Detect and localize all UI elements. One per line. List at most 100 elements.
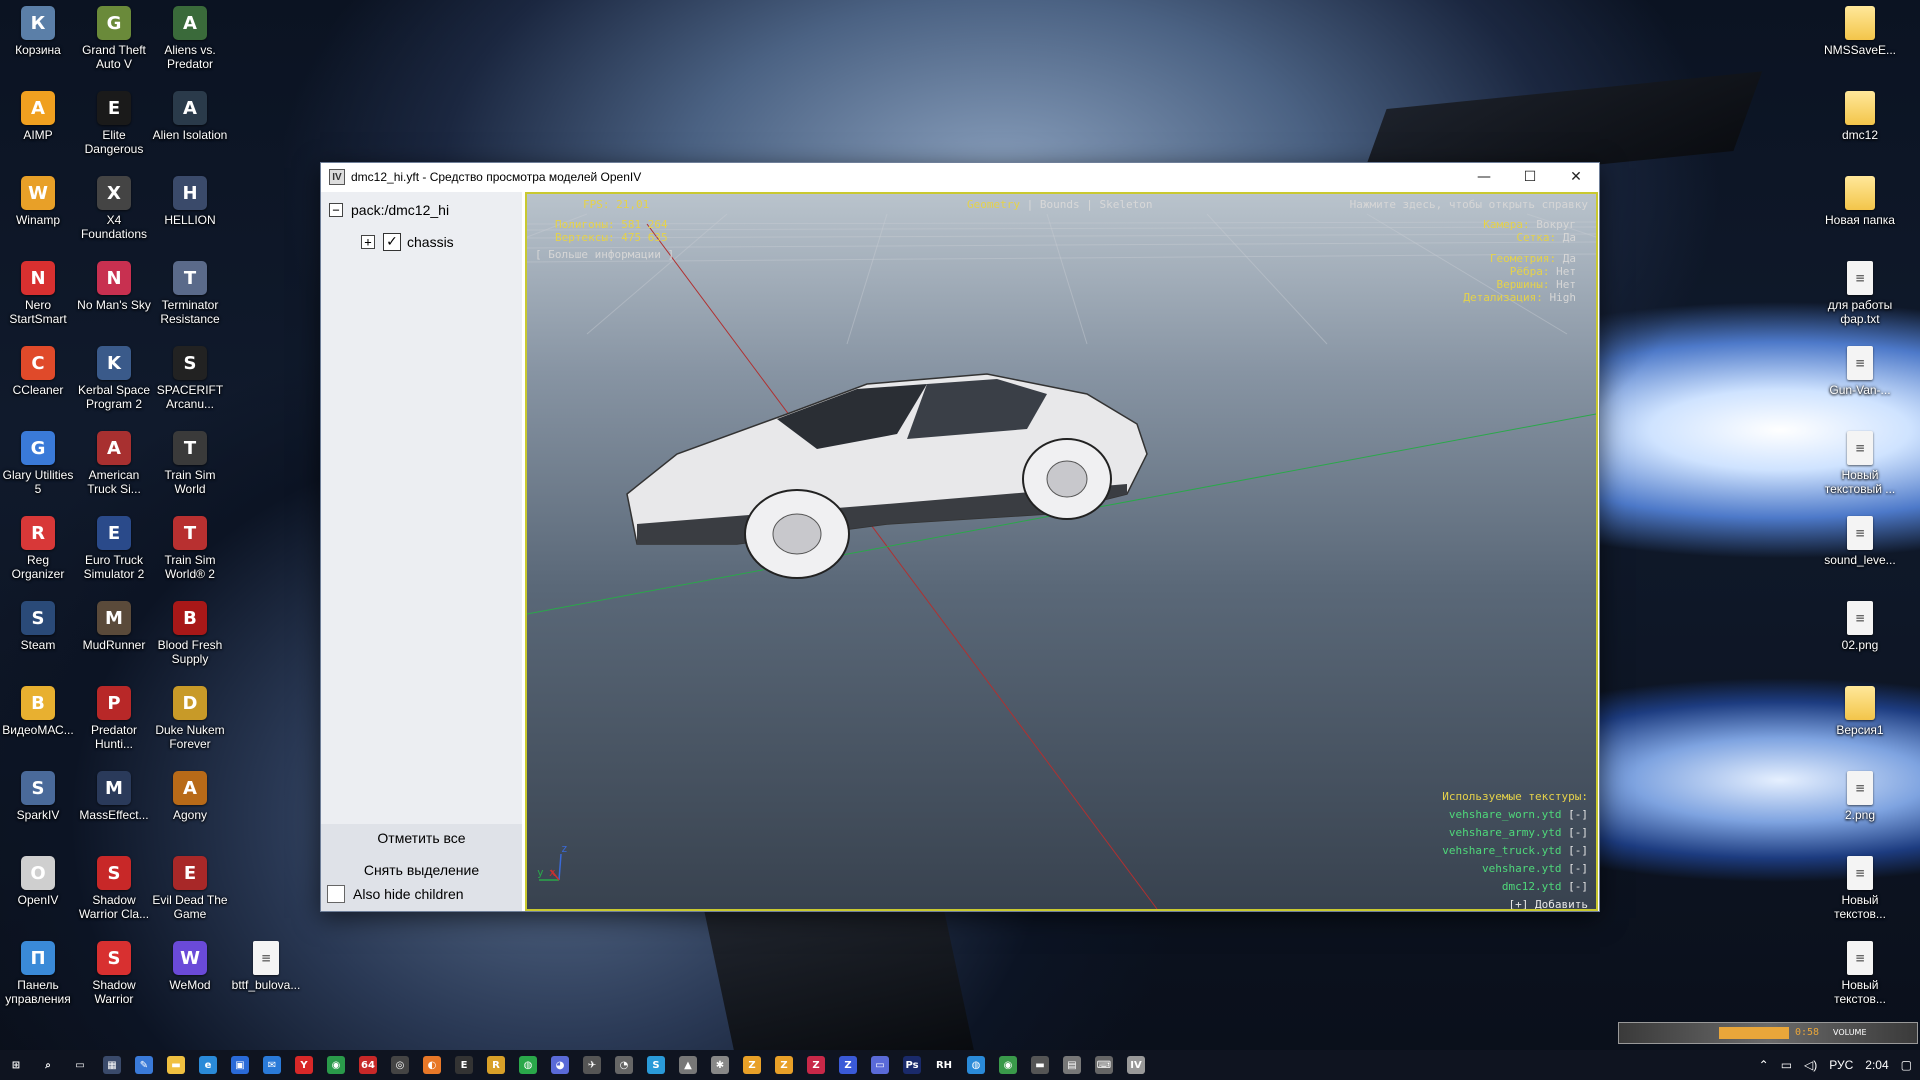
remove-texture-button[interactable]: [-] xyxy=(1568,808,1588,821)
desktop-icon[interactable]: T Train Sim World xyxy=(152,431,228,496)
explorer-icon[interactable]: ▬ xyxy=(160,1050,192,1080)
desktop-icon[interactable]: S SPACERIFT Arcanu... xyxy=(152,346,228,411)
collapse-icon[interactable]: − xyxy=(329,203,343,217)
app64-icon[interactable]: 64 xyxy=(352,1050,384,1080)
openiv-model-viewer-window[interactable]: IV dmc12_hi.yft - Средство просмотра мод… xyxy=(320,162,1600,912)
desktop-icon[interactable]: ≡ Новый текстовый ... xyxy=(1822,431,1898,496)
texture-name[interactable]: dmc12.ytd xyxy=(1502,880,1562,893)
geometry-readout[interactable]: Геометрия: Да xyxy=(1490,252,1576,265)
maximize-button[interactable]: ☐ xyxy=(1507,163,1553,191)
zip2-icon[interactable]: Z xyxy=(768,1050,800,1080)
desktop-icon[interactable]: S Steam xyxy=(0,601,76,652)
desktop-icon[interactable]: G Grand Theft Auto V xyxy=(76,6,152,71)
texture-name[interactable]: vehshare_army.ytd xyxy=(1449,826,1562,839)
desktop-icon[interactable]: ≡ Новый текстов... xyxy=(1822,941,1898,1006)
desktop-icon[interactable]: Версия1 xyxy=(1822,686,1898,737)
desktop-icon[interactable]: S Shadow Warrior Cla... xyxy=(76,856,152,921)
monitor-icon[interactable]: ▭ xyxy=(864,1050,896,1080)
lod-readout[interactable]: Детализация: High xyxy=(1463,291,1576,304)
car-icon[interactable]: ▬ xyxy=(1024,1050,1056,1080)
desktop-icon[interactable]: O OpenIV xyxy=(0,856,76,907)
winamp-toolbar[interactable]: 0:58 VOLUME xyxy=(1618,1022,1918,1044)
desktop-icon[interactable]: M MassEffect... xyxy=(76,771,152,822)
desktop-icon[interactable]: A AIMP xyxy=(0,91,76,142)
desktop-icon[interactable]: D Duke Nukem Forever xyxy=(152,686,228,751)
desktop-icon[interactable]: A Aliens vs. Predator xyxy=(152,6,228,71)
volume-icon[interactable]: ◁) xyxy=(1804,1058,1817,1072)
desktop-icon[interactable]: E Evil Dead The Game xyxy=(152,856,228,921)
rh-icon[interactable]: RH xyxy=(928,1050,960,1080)
desktop-icon[interactable]: T Terminator Resistance xyxy=(152,261,228,326)
desktop-icon[interactable]: B Blood Fresh Supply xyxy=(152,601,228,666)
texture-name[interactable]: vehshare.ytd xyxy=(1482,862,1561,875)
tray-chevron-icon[interactable]: ⌃ xyxy=(1759,1058,1769,1072)
desktop-icon[interactable]: A Alien Isolation xyxy=(152,91,228,142)
more-info-link[interactable]: [ Больше информации ] xyxy=(535,248,674,261)
desktop-icon[interactable]: W Winamp xyxy=(0,176,76,227)
desktop-icon[interactable]: ≡ Новый текстов... xyxy=(1822,856,1898,921)
desktop-icon[interactable]: S Shadow Warrior xyxy=(76,941,152,1006)
keyboard-icon[interactable]: ⌨ xyxy=(1088,1050,1120,1080)
openiv-task-icon[interactable]: IV xyxy=(1120,1050,1152,1080)
desktop-icon[interactable]: W WeMod xyxy=(152,941,228,992)
chassis-checkbox[interactable]: ✓ xyxy=(383,233,401,251)
desktop-icon[interactable]: X X4 Foundations xyxy=(76,176,152,241)
search-icon[interactable]: ⌕ xyxy=(32,1050,64,1080)
tab-skeleton[interactable]: Skeleton xyxy=(1099,198,1152,211)
plane-icon[interactable]: ✈ xyxy=(576,1050,608,1080)
start-icon[interactable]: ⊞ xyxy=(0,1050,32,1080)
desktop-icon[interactable]: E Elite Dangerous xyxy=(76,91,152,156)
app-z4-icon[interactable]: Z xyxy=(832,1050,864,1080)
also-hide-children-row[interactable]: Also hide children xyxy=(323,885,464,903)
desktop-icon[interactable]: ≡ 02.png xyxy=(1822,601,1898,652)
whatsapp-icon[interactable]: ◍ xyxy=(512,1050,544,1080)
desktop-icon[interactable]: C CCleaner xyxy=(0,346,76,397)
tab-bounds[interactable]: Bounds xyxy=(1040,198,1080,211)
desktop-icon[interactable]: A Agony xyxy=(152,771,228,822)
winamp-progress[interactable] xyxy=(1719,1027,1789,1039)
desktop-icon[interactable]: S SparkIV xyxy=(0,771,76,822)
remove-texture-button[interactable]: [-] xyxy=(1568,826,1588,839)
close-button[interactable]: ✕ xyxy=(1553,163,1599,191)
desktop-icon[interactable]: ≡ для работы фар.txt xyxy=(1822,261,1898,326)
app-z3-icon[interactable]: Z xyxy=(800,1050,832,1080)
network-icon[interactable]: ▭ xyxy=(1781,1058,1792,1072)
3d-viewport[interactable]: FPS: 21,01 Полигоны: 581 264 Вертексы: 4… xyxy=(525,192,1598,911)
add-texture-button[interactable]: [+] Добавить xyxy=(1442,896,1588,909)
calculator-icon[interactable]: ▦ xyxy=(96,1050,128,1080)
desktop-icon[interactable]: N Nero StartSmart xyxy=(0,261,76,326)
tree-node-chassis[interactable]: + ✓ chassis xyxy=(361,233,454,251)
desktop-icon[interactable]: ≡ bttf_bulova... xyxy=(228,941,304,992)
skype-icon[interactable]: S xyxy=(640,1050,672,1080)
globe-icon[interactable]: ◍ xyxy=(960,1050,992,1080)
zip1-icon[interactable]: Z xyxy=(736,1050,768,1080)
desktop-icon[interactable]: ≡ Gun-Van-... xyxy=(1822,346,1898,397)
desktop-icon[interactable]: В ВидеоМАС... xyxy=(0,686,76,737)
edge-icon[interactable]: e xyxy=(192,1050,224,1080)
yandex-icon[interactable]: Y xyxy=(288,1050,320,1080)
desktop-icon[interactable]: dmc12 xyxy=(1822,91,1898,142)
desktop-icon[interactable]: M MudRunner xyxy=(76,601,152,652)
also-hide-children-checkbox[interactable] xyxy=(327,885,345,903)
notifications-icon[interactable]: ▢ xyxy=(1901,1058,1912,1072)
desktop-icon[interactable]: E Euro Truck Simulator 2 xyxy=(76,516,152,581)
mail-icon[interactable]: ✉ xyxy=(256,1050,288,1080)
clock[interactable]: 2:04 xyxy=(1865,1058,1888,1072)
obs-icon[interactable]: ◎ xyxy=(384,1050,416,1080)
desktop-icon[interactable]: P Predator Hunti... xyxy=(76,686,152,751)
desktop-icon[interactable]: R Reg Organizer xyxy=(0,516,76,581)
desktop-icon[interactable]: A American Truck Si... xyxy=(76,431,152,496)
select-all-button[interactable]: Отметить все xyxy=(321,824,522,852)
truck-icon[interactable]: ▲ xyxy=(672,1050,704,1080)
texture-name[interactable]: vehshare_worn.ytd xyxy=(1449,808,1562,821)
remove-texture-button[interactable]: [-] xyxy=(1568,862,1588,875)
window-titlebar[interactable]: IV dmc12_hi.yft - Средство просмотра мод… xyxy=(321,163,1599,191)
discord-icon[interactable]: ◕ xyxy=(544,1050,576,1080)
desktop-icon[interactable]: К Корзина xyxy=(0,6,76,57)
language-indicator[interactable]: РУС xyxy=(1829,1058,1853,1072)
desktop-icon[interactable]: П Панель управления xyxy=(0,941,76,1006)
expand-icon[interactable]: + xyxy=(361,235,375,249)
chrome-icon[interactable]: ◉ xyxy=(320,1050,352,1080)
store-icon[interactable]: ▣ xyxy=(224,1050,256,1080)
desktop-icon[interactable]: ≡ 2.png xyxy=(1822,771,1898,822)
